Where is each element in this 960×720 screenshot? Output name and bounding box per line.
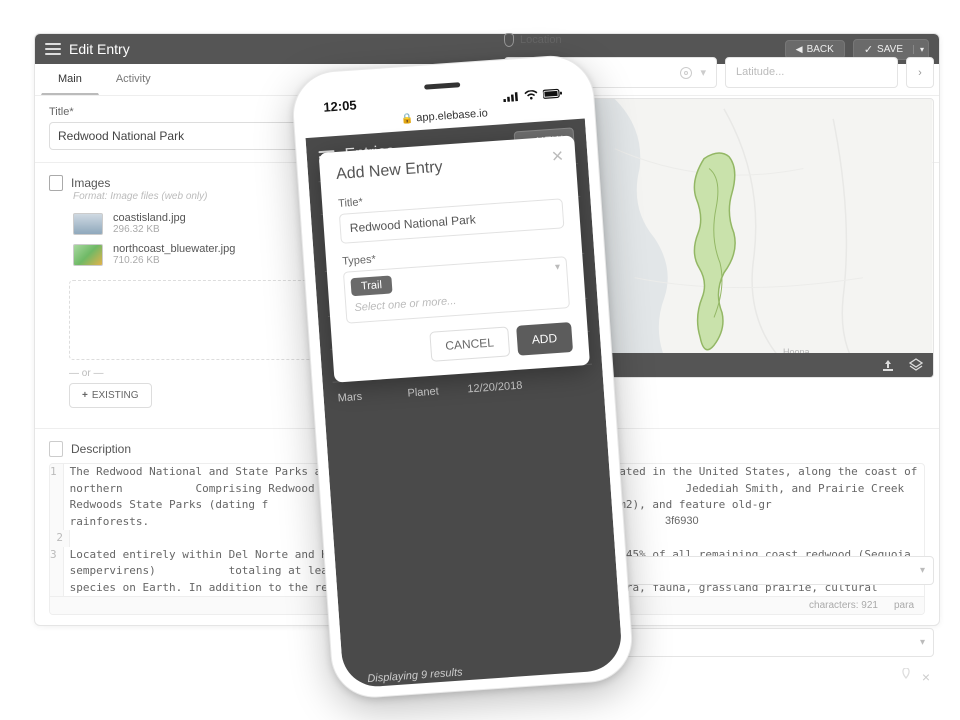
lock-icon: 🔒 xyxy=(401,114,414,126)
chevron-down-icon[interactable]: ▾ xyxy=(700,66,706,79)
go-button[interactable]: › xyxy=(906,57,934,88)
close-icon[interactable]: × xyxy=(551,146,564,167)
description-label: Description xyxy=(71,442,131,456)
existing-button[interactable]: + EXISTING xyxy=(69,383,152,408)
tab-activity[interactable]: Activity xyxy=(99,64,168,95)
tab-main[interactable]: Main xyxy=(41,64,99,95)
modal-title: Add New Entry xyxy=(336,150,561,184)
wifi-icon xyxy=(524,90,539,101)
cancel-button[interactable]: CANCEL xyxy=(429,326,510,361)
file-name: coastisland.jpg xyxy=(113,212,186,224)
para-count: para xyxy=(894,600,914,611)
latitude-input[interactable]: Latitude... xyxy=(725,57,898,88)
chevron-down-icon: ▾ xyxy=(920,637,925,648)
pin-icon[interactable] xyxy=(900,668,912,685)
ghost-id: 3f6930 xyxy=(665,515,699,527)
menu-icon[interactable] xyxy=(45,43,61,55)
location-label: Location xyxy=(520,34,562,46)
file-size: 710.26 KB xyxy=(113,255,235,266)
file-size: 296.32 KB xyxy=(113,224,186,235)
modal-types-select[interactable]: ▾ Trail Select one or more... xyxy=(343,256,570,323)
window-title: Edit Entry xyxy=(69,41,130,57)
location-pin-icon xyxy=(504,33,514,47)
clock: 12:05 xyxy=(323,97,357,114)
thumbnail-icon xyxy=(73,244,103,266)
result-count: Displaying 9 results xyxy=(367,666,463,685)
description-icon xyxy=(49,441,63,457)
app-body: Entries + NEW 8/30/ Moons related to thi… xyxy=(306,119,624,689)
add-entry-modal: × Add New Entry Title Types ▾ Trail Sele… xyxy=(319,135,590,382)
target-icon[interactable] xyxy=(680,67,692,79)
add-button[interactable]: ADD xyxy=(516,322,573,356)
battery-icon xyxy=(543,88,564,99)
signal-icon xyxy=(503,91,520,102)
phone-mockup: 12:05 🔒app.elebase.io Entries + NEW 8/30… xyxy=(290,53,635,701)
thumbnail-icon xyxy=(73,213,103,235)
close-icon[interactable]: × xyxy=(922,669,930,685)
chevron-down-icon: ▾ xyxy=(920,565,925,576)
images-icon xyxy=(49,175,63,191)
chevron-down-icon[interactable]: ▾ xyxy=(555,262,561,273)
char-count: characters: 921 xyxy=(809,600,878,611)
file-name: northcoast_bluewater.jpg xyxy=(113,243,235,255)
footer-icons: × xyxy=(900,668,930,685)
chevron-right-icon: › xyxy=(918,67,922,79)
images-label: Images xyxy=(71,176,110,190)
layers-icon[interactable] xyxy=(909,358,923,372)
plus-icon: + xyxy=(82,390,88,401)
upload-icon[interactable] xyxy=(881,358,895,372)
type-tag[interactable]: Trail xyxy=(350,275,392,296)
